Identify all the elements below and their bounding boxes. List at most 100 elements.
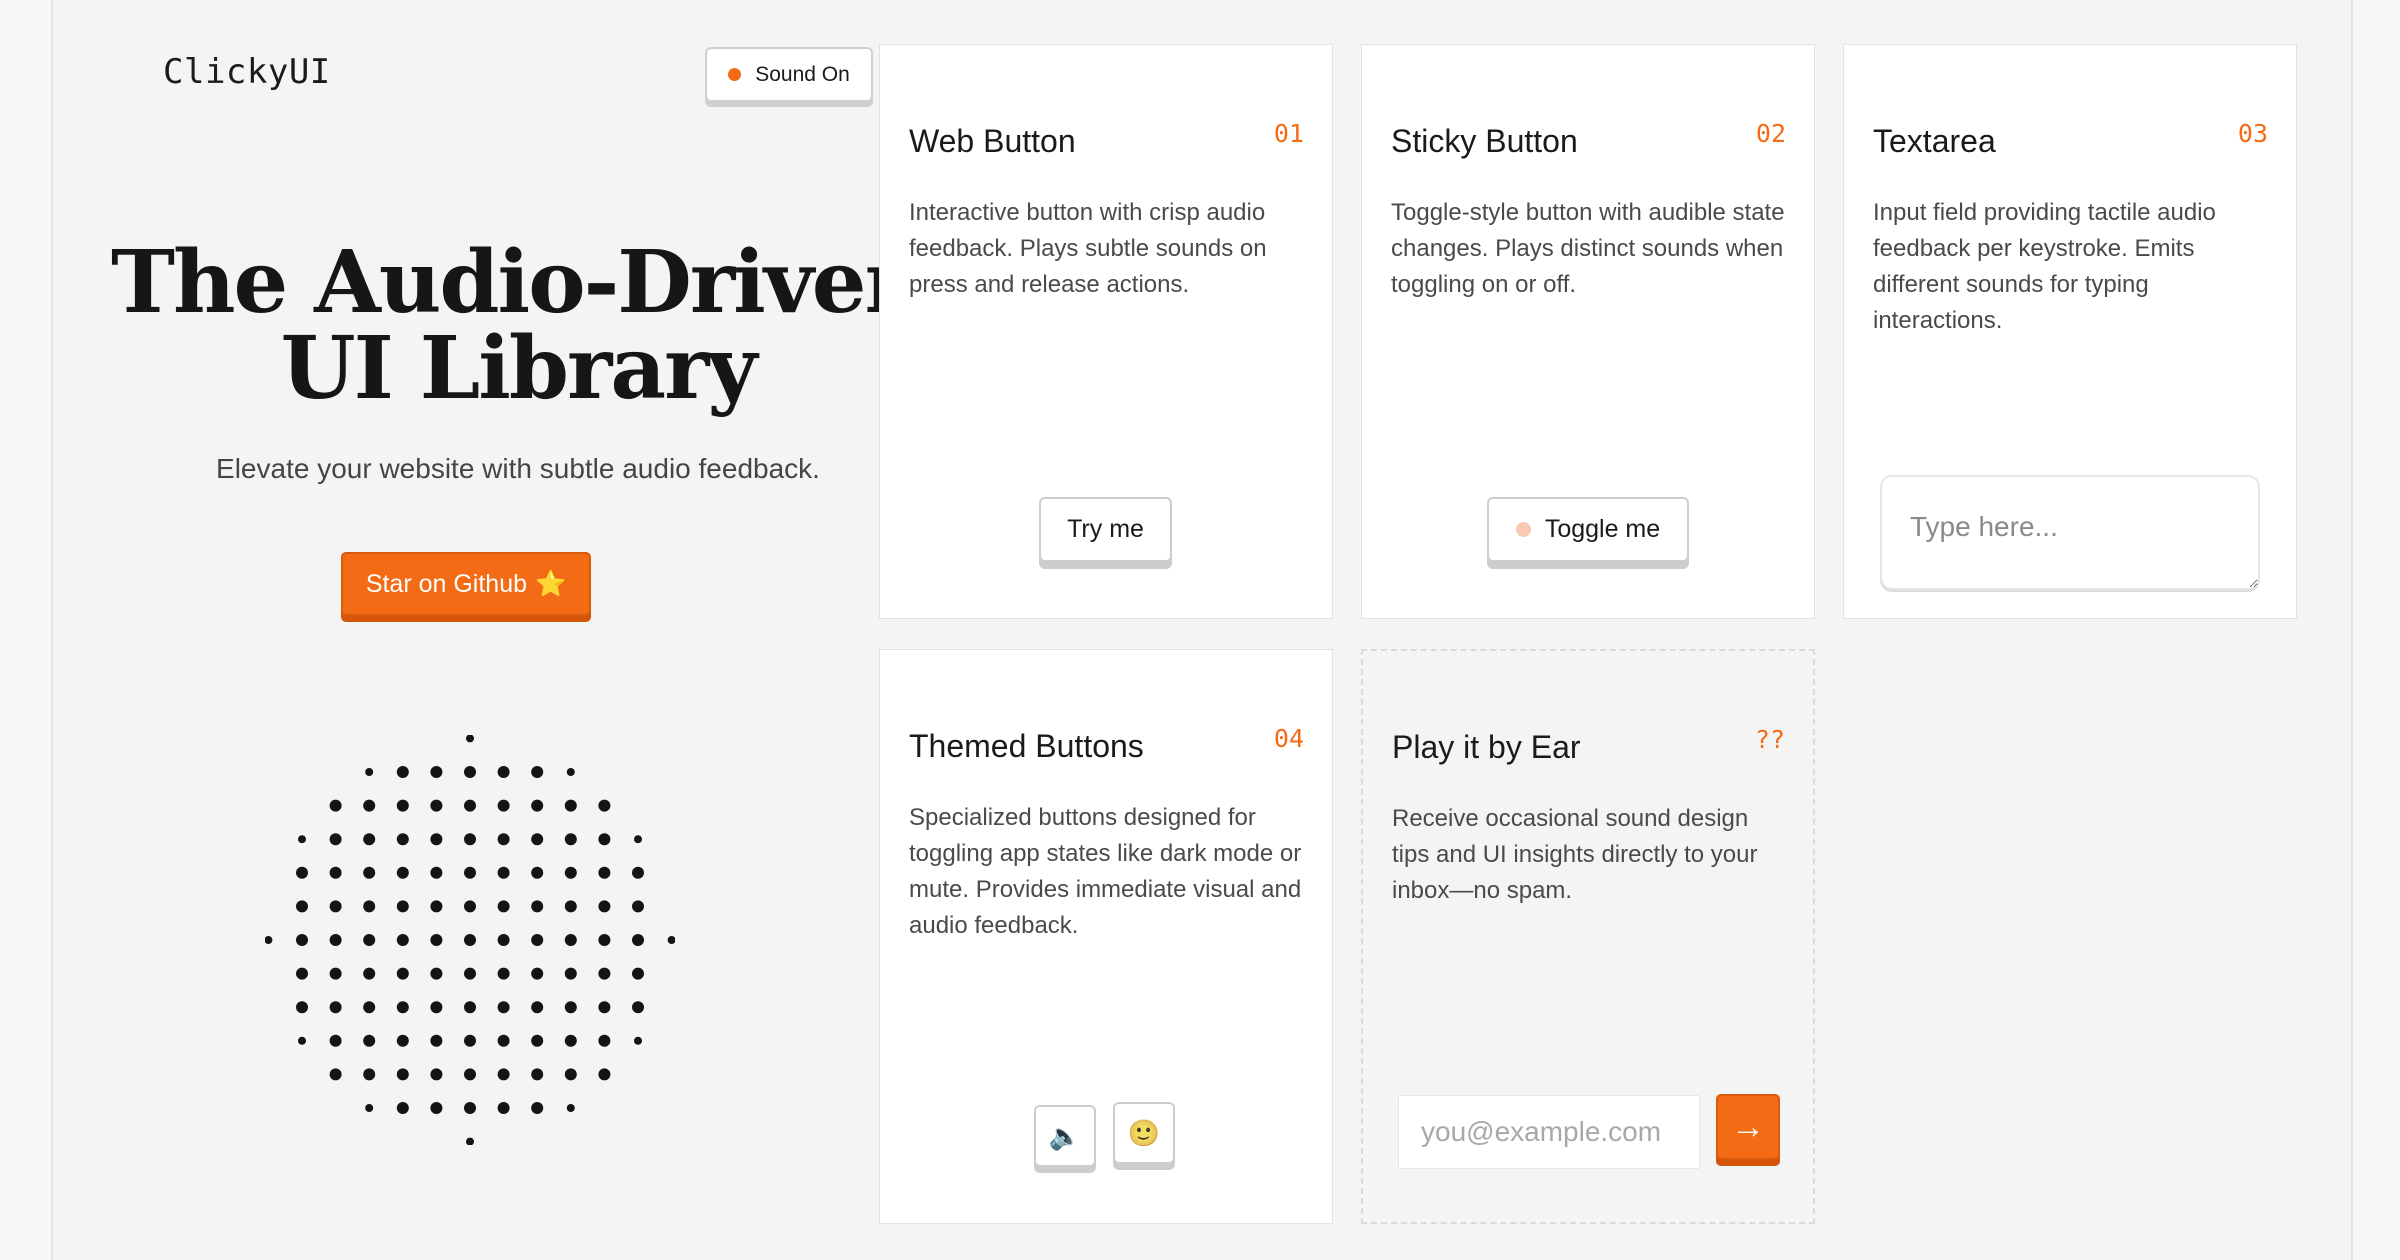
card-newsletter: Play it by Ear ?? Receive occasional sou… [1361,649,1815,1224]
arrow-right-icon: → [1731,1107,1765,1146]
theme-toggle-button[interactable]: 🙂 [1113,1102,1175,1164]
halftone-dot [430,1102,443,1114]
halftone-dot [632,900,644,913]
sound-toggle-label: Sound On [755,62,850,86]
halftone-dot [296,900,308,913]
halftone-dot [363,833,376,846]
card-description: Specialized buttons designed for togglin… [909,804,1302,939]
halftone-dot [598,866,611,879]
try-me-button[interactable]: Try me [1039,497,1172,562]
halftone-dot [632,1001,644,1014]
halftone-dot [430,1001,443,1014]
halftone-dot [531,766,544,778]
halftone-dot [329,799,342,812]
halftone-dot [430,833,443,846]
halftone-dot [365,768,374,776]
logo[interactable]: ClickyUI [163,52,331,92]
halftone-dot [396,1034,409,1047]
halftone-dot [329,1001,342,1014]
halftone-dot [531,1034,544,1047]
card-number: 02 [1755,119,1786,148]
halftone-dot [396,1068,409,1081]
try-me-label: Try me [1067,515,1144,543]
card-textarea: Textarea 03 Input field providing tactil… [1843,44,2297,619]
card-title: Play it by Ear [1392,729,1581,765]
halftone-dot [464,766,476,778]
halftone-dot [464,833,476,846]
speaker-icon: 🔈 [1048,1120,1082,1151]
halftone-dot [430,934,443,946]
hero-title-line-2: UI Library [280,318,758,419]
halftone-dot [396,1102,409,1114]
halftone-dot [632,866,644,879]
halftone-dot [265,936,273,944]
subscribe-submit-button[interactable]: → [1716,1094,1780,1160]
halftone-dot [363,799,376,812]
halftone-dot [329,833,342,846]
halftone-dot [296,866,308,879]
halftone-dot [363,934,376,946]
halftone-dot [296,1001,308,1014]
halftone-dot [363,1034,376,1047]
halftone-dot [464,900,476,913]
halftone-dot [464,967,476,980]
card-description: Interactive button with crisp audio feed… [909,199,1267,298]
halftone-dot [531,1068,544,1081]
halftone-dot [329,967,342,980]
halftone-dot [564,1034,577,1047]
mute-toggle-button[interactable]: 🔈 [1034,1105,1096,1167]
toggle-me-button[interactable]: Toggle me [1487,497,1689,562]
halftone-dot [598,900,611,913]
halftone-dot [497,967,510,980]
halftone-dot [497,900,510,913]
halftone-dot [329,934,342,946]
halftone-dot [497,1102,510,1114]
halftone-dot [667,936,675,944]
email-input[interactable] [1398,1095,1700,1169]
card-title: Textarea [1873,123,1996,159]
halftone-dot [396,934,409,946]
halftone-dot [396,799,409,812]
type-here-textarea[interactable] [1880,475,2260,590]
halftone-dot [396,866,409,879]
card-title: Sticky Button [1391,123,1578,159]
halftone-dot [531,833,544,846]
halftone-dot [464,1102,476,1114]
halftone-dot [464,799,476,812]
halftone-dot [566,1104,575,1112]
hero-subtitle: Elevate your website with subtle audio f… [216,453,820,484]
halftone-dot [466,1137,474,1145]
halftone-dot [396,833,409,846]
halftone-dot [365,1104,374,1112]
halftone-dot [497,833,510,846]
halftone-dot [464,934,476,946]
halftone-dot [564,967,577,980]
halftone-dot [564,1068,577,1081]
halftone-dot [396,900,409,913]
halftone-dot [531,900,544,913]
halftone-dot [564,833,577,846]
halftone-dot [430,1034,443,1047]
halftone-dot [363,900,376,913]
halftone-dot [430,766,443,778]
halftone-dot [466,735,474,743]
halftone-dot [598,1068,611,1081]
halftone-dot [598,1034,611,1047]
halftone-dot [531,866,544,879]
sound-status-dot-icon [728,68,742,81]
card-description: Input field providing tactile audio feed… [1873,199,2216,334]
sound-toggle-button[interactable]: Sound On [705,47,873,102]
hero-title: The Audio-Driven UI Library [53,240,983,412]
halftone-dot [632,967,644,980]
halftone-dot [396,1001,409,1014]
halftone-dot [430,1068,443,1081]
star-on-github-button[interactable]: Star on Github ⭐ [341,552,591,616]
card-themed-buttons: Themed Buttons 04 Specialized buttons de… [879,649,1333,1224]
card-description: Toggle-style button with audible state c… [1391,199,1785,298]
halftone-dot [632,934,644,946]
halftone-dot [531,1102,544,1114]
halftone-dot [566,768,575,776]
halftone-dot [329,1068,342,1081]
card-title: Themed Buttons [909,728,1144,764]
halftone-dot [598,799,611,812]
